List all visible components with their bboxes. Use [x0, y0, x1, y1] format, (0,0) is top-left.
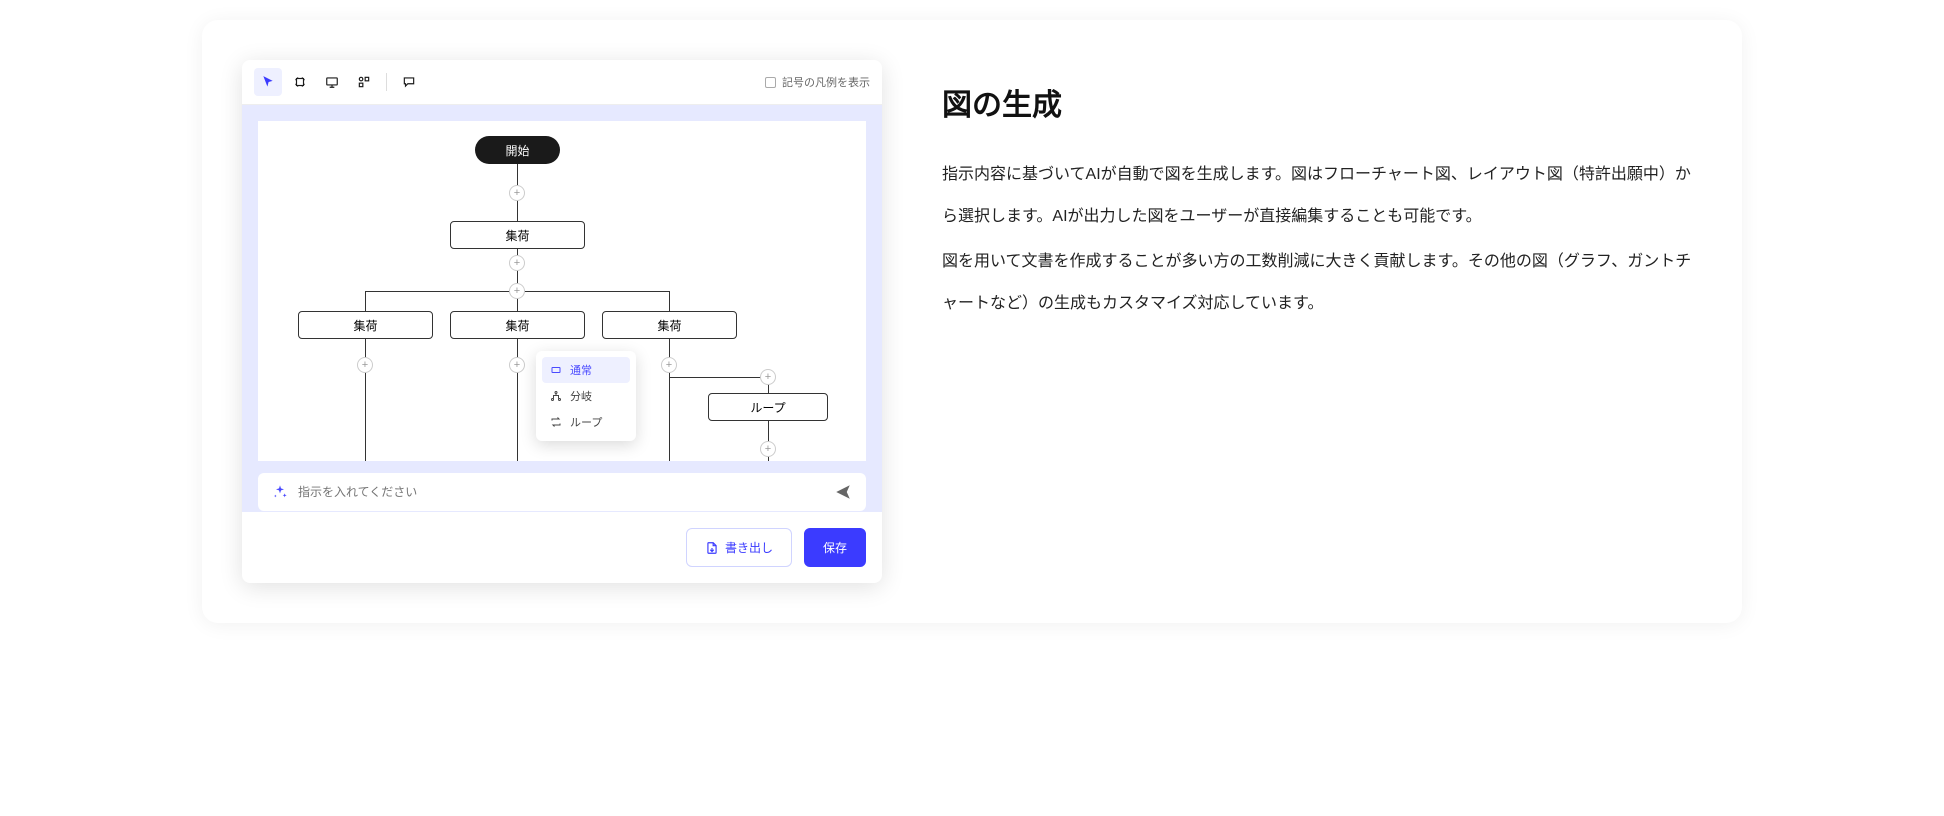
- add-node-handle[interactable]: +: [509, 185, 525, 201]
- shapes-tool[interactable]: [350, 68, 378, 96]
- toolbar-separator: [386, 73, 387, 91]
- frame-icon: [293, 75, 307, 89]
- desc-paragraph: 図を用いて文書を作成することが多い方の工数削減に大きく貢献します。その他の図（グ…: [942, 241, 1702, 324]
- checkbox-icon: [765, 77, 776, 88]
- feature-copy: 図の生成 指示内容に基づいてAIが自動で図を生成します。図はフローチャート図、レ…: [942, 60, 1702, 328]
- prompt-bar: [258, 473, 866, 511]
- node-box[interactable]: 集荷: [450, 221, 585, 249]
- screen-tool[interactable]: [318, 68, 346, 96]
- node-loop[interactable]: ループ: [708, 393, 828, 421]
- node-box[interactable]: 集荷: [602, 311, 737, 339]
- editor-footer: 書き出し 保存: [242, 512, 882, 583]
- desc-paragraph: 指示内容に基づいてAIが自動で図を生成します。図はフローチャート図、レイアウト図…: [942, 154, 1702, 237]
- pointer-icon: [261, 75, 275, 89]
- diagram-canvas[interactable]: 開始 集荷 集荷 集荷 集荷 ループ + + + + + + + +: [258, 121, 866, 461]
- node-box[interactable]: 集荷: [450, 311, 585, 339]
- comment-tool[interactable]: [395, 68, 423, 96]
- context-menu: 通常 分岐 ループ: [536, 351, 636, 441]
- node-start[interactable]: 開始: [475, 136, 560, 164]
- add-node-handle[interactable]: +: [661, 357, 677, 373]
- ctx-label: 通常: [570, 362, 592, 378]
- edge: [365, 291, 366, 311]
- send-icon: [834, 483, 852, 501]
- ctx-item-loop[interactable]: ループ: [542, 409, 630, 435]
- send-button[interactable]: [834, 483, 852, 501]
- legend-toggle[interactable]: 記号の凡例を表示: [765, 74, 870, 90]
- comment-icon: [402, 75, 416, 89]
- legend-label: 記号の凡例を表示: [782, 74, 870, 90]
- screen-icon: [325, 75, 339, 89]
- add-node-handle[interactable]: +: [509, 283, 525, 299]
- editor-toolbar: 記号の凡例を表示: [242, 60, 882, 105]
- save-label: 保存: [823, 539, 847, 556]
- add-node-handle[interactable]: +: [509, 255, 525, 271]
- editor-preview: 記号の凡例を表示: [242, 60, 882, 583]
- rect-icon: [550, 364, 562, 376]
- feature-description: 指示内容に基づいてAIが自動で図を生成します。図はフローチャート図、レイアウト図…: [942, 154, 1702, 324]
- export-button[interactable]: 書き出し: [686, 528, 792, 567]
- edge: [669, 377, 670, 461]
- ctx-item-normal[interactable]: 通常: [542, 357, 630, 383]
- feature-card: 記号の凡例を表示: [202, 20, 1742, 623]
- pointer-tool[interactable]: [254, 68, 282, 96]
- shapes-icon: [356, 75, 372, 89]
- add-node-handle[interactable]: +: [760, 369, 776, 385]
- prompt-input[interactable]: [298, 485, 824, 499]
- node-box[interactable]: 集荷: [298, 311, 433, 339]
- add-node-handle[interactable]: +: [357, 357, 373, 373]
- edge: [669, 377, 769, 378]
- canvas-frame: 開始 集荷 集荷 集荷 集荷 ループ + + + + + + + +: [242, 105, 882, 512]
- branch-icon: [550, 390, 562, 402]
- edge: [669, 291, 670, 311]
- save-button[interactable]: 保存: [804, 528, 866, 567]
- ctx-item-branch[interactable]: 分岐: [542, 383, 630, 409]
- sparkle-icon: [272, 484, 288, 500]
- add-node-handle[interactable]: +: [760, 441, 776, 457]
- ctx-label: ループ: [570, 414, 602, 430]
- file-icon: [705, 541, 719, 555]
- diagram-editor: 記号の凡例を表示: [242, 60, 882, 583]
- add-node-handle[interactable]: +: [509, 357, 525, 373]
- ctx-label: 分岐: [570, 388, 592, 404]
- frame-tool[interactable]: [286, 68, 314, 96]
- feature-headline: 図の生成: [942, 80, 1702, 124]
- export-label: 書き出し: [725, 539, 773, 556]
- loop-icon: [550, 416, 562, 428]
